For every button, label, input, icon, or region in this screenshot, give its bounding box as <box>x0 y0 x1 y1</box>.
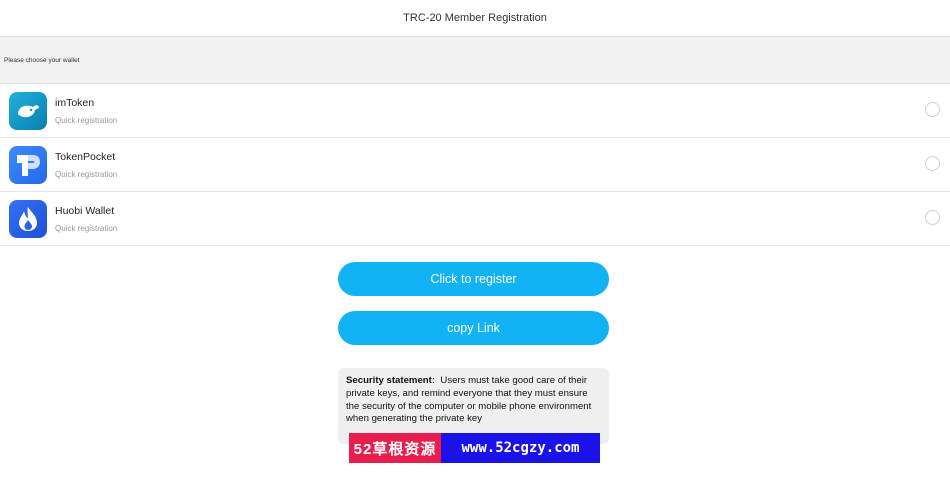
wallet-subtitle: Quick registration <box>55 115 118 125</box>
wallet-radio-huobi[interactable] <box>925 210 940 225</box>
huobi-logo-icon <box>9 199 47 238</box>
wallet-subtitle: Quick registration <box>55 169 118 179</box>
wallet-radio-tokenpocket[interactable] <box>925 156 940 171</box>
title-bar: TRC-20 Member Registration <box>0 0 950 37</box>
security-title: Security statement: <box>346 375 436 386</box>
wallet-option-tokenpocket[interactable]: TokenPocket Quick registration <box>0 138 950 192</box>
wallet-option-imtoken[interactable]: imToken Quick registration <box>0 84 950 138</box>
wallet-section-header: Please choose your wallet <box>0 37 950 84</box>
wallet-subtitle: Quick registration <box>55 223 118 233</box>
choose-wallet-label: Please choose your wallet <box>4 56 80 64</box>
tokenpocket-logo-icon <box>9 145 47 184</box>
wallet-radio-imtoken[interactable] <box>925 102 940 117</box>
watermark-url: www.52cgzy.com <box>441 433 600 463</box>
copy-link-button[interactable]: copy Link <box>338 311 609 345</box>
page-title: TRC-20 Member Registration <box>403 12 547 24</box>
wallet-name: Huobi Wallet <box>55 204 115 217</box>
imtoken-logo-icon <box>9 91 47 130</box>
wallet-option-huobi[interactable]: Huobi Wallet Quick registration <box>0 192 950 246</box>
watermark-banner: 52草根资源 www.52cgzy.com <box>349 433 600 463</box>
watermark-left: 52草根资源 <box>349 433 441 463</box>
wallet-name: TokenPocket <box>55 150 116 163</box>
wallet-name: imToken <box>55 96 95 109</box>
register-button[interactable]: Click to register <box>338 262 609 296</box>
wallet-list: imToken Quick registration TokenPocket Q… <box>0 84 950 246</box>
